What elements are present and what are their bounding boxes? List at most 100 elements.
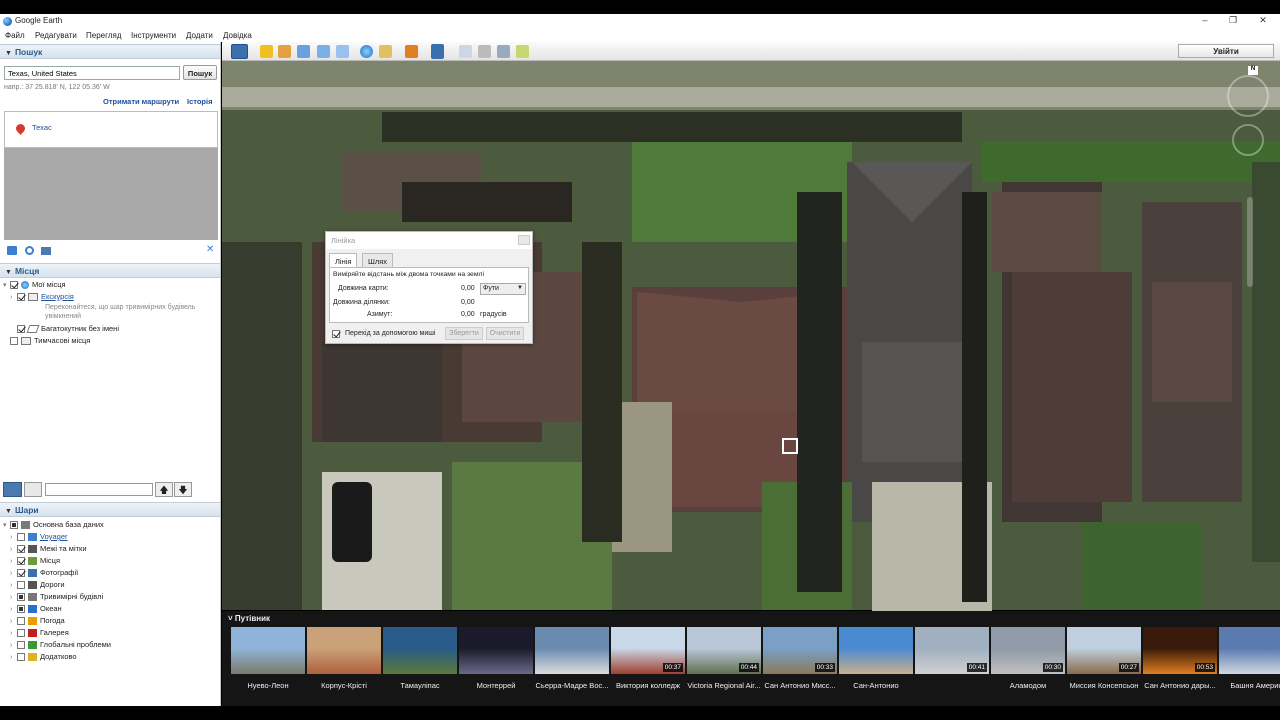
tour-thumbnail[interactable] — [535, 627, 609, 674]
search-places-icon[interactable] — [3, 482, 22, 497]
record-tour-icon[interactable] — [336, 45, 349, 58]
tour-thumbnail[interactable] — [383, 627, 457, 674]
search-result-item[interactable]: Техас — [32, 123, 52, 132]
tour-caption[interactable]: Сан-Антонио — [837, 681, 915, 690]
add-folder-icon[interactable] — [7, 246, 17, 255]
layer-item[interactable]: › Voyager — [10, 532, 68, 542]
places-item-temporary[interactable]: Тимчасові місця — [3, 336, 90, 346]
mouse-nav-checkbox[interactable] — [332, 329, 343, 338]
expand-icon[interactable]: › — [10, 546, 17, 553]
add-path-icon[interactable] — [297, 45, 310, 58]
places-item-tour[interactable]: › Екскурсія — [10, 292, 74, 302]
north-indicator-icon[interactable]: N — [1248, 66, 1258, 75]
layer-item[interactable]: › Глобальні проблеми — [10, 640, 111, 650]
tour-caption[interactable]: Аламодом — [989, 681, 1067, 690]
layer-item[interactable]: › Океан — [10, 604, 62, 614]
checkbox[interactable] — [332, 329, 340, 338]
layer-label[interactable]: Voyager — [40, 532, 68, 541]
places-item-polygon[interactable]: Багатокутник без імені — [10, 324, 119, 334]
expand-icon[interactable]: › — [10, 606, 17, 613]
menu-view[interactable]: Перегляд — [86, 31, 122, 40]
add-placemark-icon[interactable] — [260, 45, 273, 58]
checkbox[interactable] — [10, 281, 18, 290]
menu-file[interactable]: Файл — [5, 31, 25, 40]
menu-edit[interactable]: Редагувати — [35, 31, 77, 40]
sidebar-toggle-icon[interactable] — [231, 44, 248, 59]
checkbox[interactable] — [17, 653, 25, 662]
maximize-button[interactable]: ❐ — [1220, 15, 1246, 26]
tour-caption[interactable]: Башня Америк — [1217, 681, 1280, 690]
tour-caption[interactable]: Миссия Консепсьон — [1065, 681, 1143, 690]
expand-icon[interactable]: › — [10, 654, 17, 661]
tour-thumbnail[interactable] — [1219, 627, 1280, 674]
places-filter-input[interactable] — [45, 483, 153, 496]
expand-icon[interactable]: › — [10, 630, 17, 637]
expand-icon[interactable]: › — [10, 558, 17, 565]
checkbox[interactable] — [17, 293, 25, 302]
units-select[interactable]: Фути ▼ — [480, 283, 526, 295]
expand-icon[interactable]: › — [10, 618, 17, 625]
layers-header[interactable]: ▼ Шари — [0, 502, 220, 517]
expand-icon[interactable]: › — [10, 534, 17, 541]
checkbox[interactable] — [17, 581, 25, 590]
history-link[interactable]: Історія — [187, 97, 212, 106]
add-polygon-icon[interactable] — [278, 45, 291, 58]
layer-item[interactable]: › Дороги — [10, 580, 65, 590]
save-button[interactable]: Зберегти — [445, 327, 483, 340]
clear-button[interactable]: Очистити — [486, 327, 524, 340]
tour-caption[interactable]: Сан Антонио Мисс... — [761, 681, 839, 690]
checkbox[interactable] — [17, 605, 25, 614]
email-icon[interactable] — [459, 45, 472, 58]
move-control-icon[interactable] — [1232, 124, 1264, 156]
menu-tools[interactable]: Інструменти — [131, 31, 176, 40]
tour-caption[interactable]: Монтеррей — [457, 681, 535, 690]
search-header[interactable]: ▼ Пошук — [0, 44, 220, 59]
historical-imagery-icon[interactable] — [360, 45, 373, 58]
checkbox[interactable] — [10, 521, 18, 530]
expand-icon[interactable]: › — [10, 642, 17, 649]
tour-thumbnail[interactable] — [839, 627, 913, 674]
sunlight-icon[interactable] — [379, 45, 392, 58]
tour-guide-header[interactable]: ˅ Путівник — [228, 614, 270, 623]
layer-item[interactable]: › Додатково — [10, 652, 77, 662]
layer-item[interactable]: › Погода — [10, 616, 65, 626]
tour-thumbnail[interactable]: 00:27 — [1067, 627, 1141, 674]
view-in-maps-icon[interactable] — [516, 45, 529, 58]
map-view[interactable]: N — [222, 42, 1280, 706]
refresh-icon[interactable] — [25, 246, 34, 255]
tour-thumbnail[interactable] — [307, 627, 381, 674]
checkbox[interactable] — [17, 593, 25, 602]
sign-in-button[interactable]: Увійти — [1178, 44, 1274, 58]
tab-line[interactable]: Лінія — [329, 253, 358, 268]
menu-help[interactable]: Довідка — [223, 31, 252, 40]
minimize-button[interactable]: – — [1192, 15, 1218, 25]
tab-path[interactable]: Шлях — [362, 253, 394, 267]
get-directions-link[interactable]: Отримати маршрути — [103, 97, 179, 106]
close-button[interactable]: ✕ — [1250, 15, 1276, 26]
layer-item[interactable]: ▾ Основна база даних — [3, 520, 104, 530]
layer-item[interactable]: › Тривимірні будівлі — [10, 592, 103, 602]
layer-item[interactable]: › Галерея — [10, 628, 69, 638]
print-icon[interactable] — [478, 45, 491, 58]
close-search-icon[interactable]: ✕ — [206, 244, 214, 255]
tour-thumbnail[interactable] — [459, 627, 533, 674]
add-overlay-icon[interactable] — [317, 45, 330, 58]
layer-item[interactable]: › Місця — [10, 556, 60, 566]
move-up-icon[interactable]: 🡅 — [155, 482, 173, 497]
layer-item[interactable]: › Фотографії — [10, 568, 78, 578]
ruler-close-button[interactable] — [518, 235, 530, 245]
tour-thumbnail[interactable]: 00:30 — [991, 627, 1065, 674]
checkbox[interactable] — [17, 629, 25, 638]
toggle-view-icon[interactable] — [24, 482, 42, 497]
layer-item[interactable]: › Межі та мітки — [10, 544, 87, 554]
tour-caption[interactable]: Victoria Regional Air... — [685, 681, 763, 690]
tour-caption[interactable]: Сьерра-Мадре Вос... — [533, 681, 611, 690]
tour-caption[interactable]: Виктория колледж — [609, 681, 687, 690]
look-control-icon[interactable] — [1227, 75, 1269, 117]
menu-add[interactable]: Додати — [186, 31, 213, 40]
ruler-icon[interactable] — [431, 44, 444, 59]
zoom-slider[interactable] — [1247, 197, 1253, 287]
save-image-icon[interactable] — [497, 45, 510, 58]
checkbox[interactable] — [17, 557, 25, 566]
tour-caption[interactable]: Сан Антонио дары... — [1141, 681, 1219, 690]
